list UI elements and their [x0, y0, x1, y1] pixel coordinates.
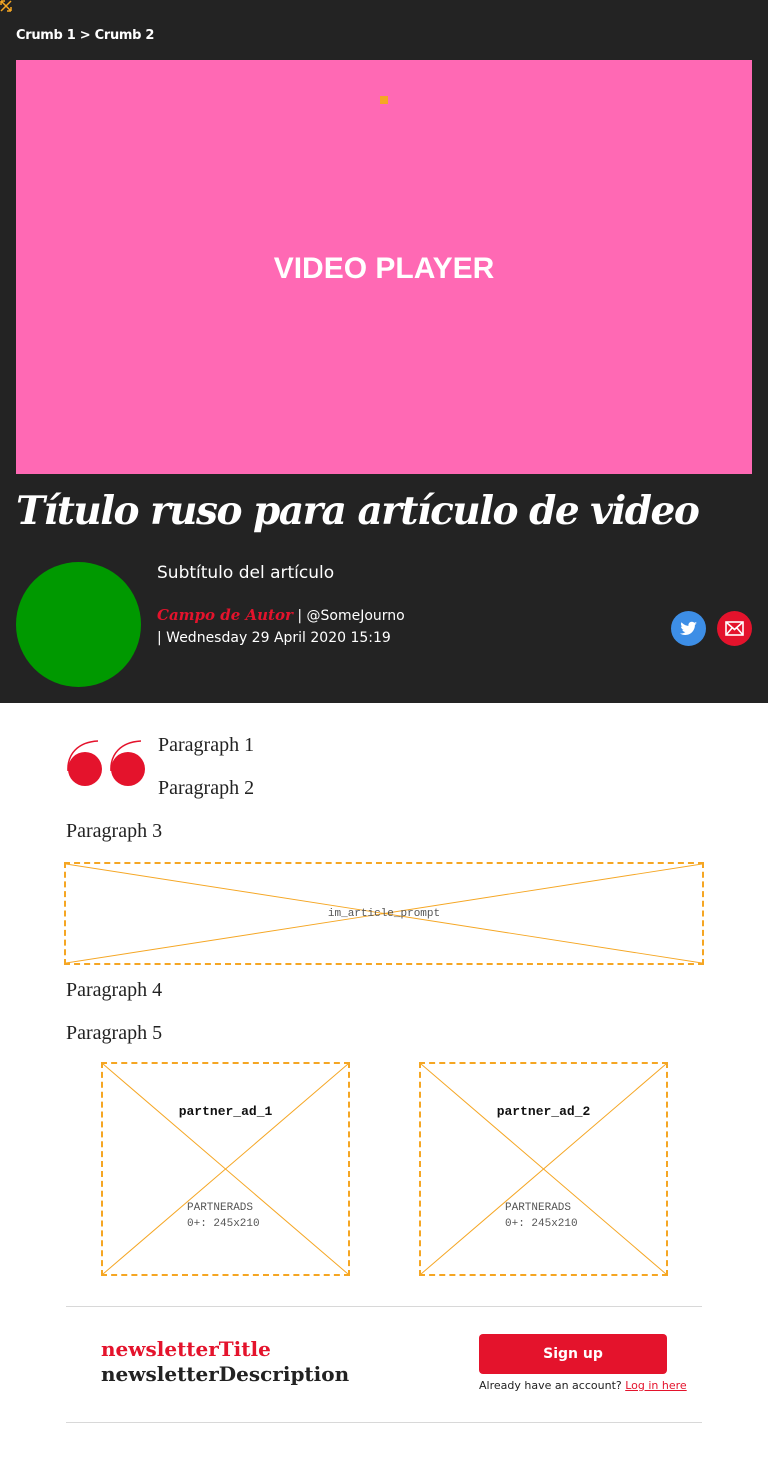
share-email-button[interactable] — [717, 611, 752, 646]
publish-date: Wednesday 29 April 2020 15:19 — [166, 630, 391, 646]
article-date-line: | Wednesday 29 April 2020 15:19 — [157, 630, 391, 646]
signup-button[interactable]: Sign up — [479, 1334, 667, 1374]
login-link[interactable]: Log in here — [625, 1379, 686, 1392]
paragraph-5: Paragraph 5 — [66, 1022, 163, 1044]
author-avatar — [16, 562, 141, 687]
paragraph-1: Paragraph 1 — [158, 734, 255, 756]
divider — [66, 1422, 702, 1423]
share-twitter-button[interactable] — [671, 611, 706, 646]
author-name-link[interactable]: Campo de Autor — [157, 606, 293, 624]
partner-ad-name: partner_ad_1 — [178, 1104, 273, 1119]
breadcrumb-crumb-1[interactable]: Crumb 1 — [16, 28, 76, 43]
video-indicator — [380, 96, 388, 104]
video-player-label: VIDEO PLAYER — [273, 252, 495, 285]
twitter-icon — [680, 621, 697, 635]
paragraph-4: Paragraph 4 — [66, 979, 163, 1001]
divider — [66, 1306, 702, 1307]
ad-prompt-label: im_article_prompt — [327, 908, 441, 920]
article-byline: Campo de Autor | @SomeJourno — [157, 606, 405, 624]
quote-icon — [67, 740, 145, 786]
account-prompt: Already have an account? Log in here — [479, 1379, 687, 1392]
newsletter-title: newsletterTitle — [101, 1337, 271, 1361]
article-subtitle: Subtítulo del artículo — [157, 563, 335, 583]
expand-icon[interactable] — [0, 0, 12, 12]
partner-ad-size: 0+: 245x210 — [505, 1218, 578, 1230]
article-title: Título ruso para artículo de video — [16, 488, 700, 534]
breadcrumb-separator: > — [79, 28, 91, 43]
article-prompt-ad[interactable]: im_article_prompt — [64, 862, 704, 965]
partner-ad-type: PARTNERADS — [505, 1202, 572, 1214]
video-player[interactable]: VIDEO PLAYER — [16, 60, 752, 474]
account-text: Already have an account? — [479, 1379, 622, 1392]
partner-ad-2[interactable]: partner_ad_2 PARTNERADS 0+: 245x210 — [419, 1062, 668, 1276]
ad-placeholder-cross — [421, 1064, 666, 1274]
newsletter-description: newsletterDescription — [101, 1362, 350, 1386]
paragraph-3: Paragraph 3 — [66, 820, 163, 842]
partner-ad-name: partner_ad_2 — [496, 1104, 591, 1119]
breadcrumb-crumb-2[interactable]: Crumb 2 — [95, 28, 155, 43]
date-separator: | — [157, 630, 162, 646]
partner-ad-type: PARTNERADS — [187, 1202, 254, 1214]
paragraph-2: Paragraph 2 — [158, 777, 255, 799]
breadcrumb: Crumb 1 > Crumb 2 — [16, 28, 154, 43]
partner-ad-size: 0+: 245x210 — [187, 1218, 260, 1230]
byline-separator: | — [297, 608, 303, 624]
author-handle: @SomeJourno — [306, 608, 405, 624]
ad-placeholder-cross — [103, 1064, 348, 1274]
email-icon — [725, 621, 744, 636]
partner-ad-1[interactable]: partner_ad_1 PARTNERADS 0+: 245x210 — [101, 1062, 350, 1276]
